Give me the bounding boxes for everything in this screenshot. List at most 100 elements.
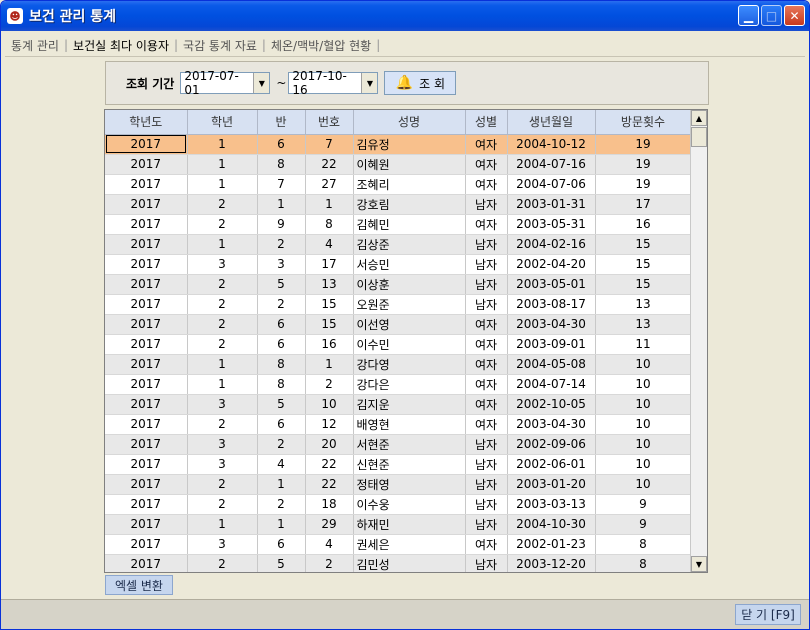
table-cell[interactable]: 여자 [465, 374, 508, 395]
table-cell[interactable]: 강호림 [353, 194, 466, 215]
table-cell[interactable]: 서승민 [353, 254, 466, 275]
table-cell[interactable]: 8 [305, 214, 354, 235]
table-cell[interactable]: 5 [257, 274, 306, 295]
table-cell[interactable]: 8 [257, 374, 306, 395]
table-cell[interactable]: 이선영 [353, 314, 466, 335]
table-cell[interactable]: 16 [305, 334, 354, 355]
table-cell[interactable]: 2 [187, 414, 258, 435]
table-cell[interactable]: 2 [257, 294, 306, 315]
table-row[interactable]: 2017 1 8 2 강다은 여자 2004-07-14 10 [105, 374, 692, 395]
table-cell[interactable]: 2 [257, 434, 306, 455]
table-cell[interactable]: 2003-08-17 [507, 294, 596, 315]
table-cell[interactable]: 3 [187, 454, 258, 475]
table-cell[interactable]: 2 [187, 214, 258, 235]
table-cell[interactable]: 김민성 [353, 554, 466, 572]
table-cell[interactable]: 19 [595, 134, 692, 155]
table-cell[interactable]: 2004-05-08 [507, 354, 596, 375]
table-cell[interactable]: 여자 [465, 394, 508, 415]
table-row[interactable]: 2017 1 8 1 강다영 여자 2004-05-08 10 [105, 354, 692, 375]
table-cell[interactable]: 7 [257, 174, 306, 195]
table-cell[interactable]: 8 [257, 154, 306, 175]
table-cell[interactable]: 1 [305, 354, 354, 375]
table-cell[interactable]: 남자 [465, 294, 508, 315]
close-window-button[interactable]: ✕ [784, 5, 805, 26]
table-cell[interactable]: 2003-03-13 [507, 494, 596, 515]
table-cell[interactable]: 하재민 [353, 514, 466, 535]
table-cell[interactable]: 2017 [105, 354, 188, 375]
table-cell[interactable]: 2003-01-20 [507, 474, 596, 495]
scroll-down-icon[interactable]: ▼ [691, 556, 707, 572]
table-row[interactable]: 2017 2 1 1 강호림 남자 2003-01-31 17 [105, 194, 692, 215]
table-cell[interactable]: 2003-01-31 [507, 194, 596, 215]
table-cell[interactable]: 여자 [465, 174, 508, 195]
table-cell[interactable]: 2002-01-23 [507, 534, 596, 555]
table-cell[interactable]: 2003-12-20 [507, 554, 596, 572]
table-cell[interactable]: 3 [187, 534, 258, 555]
chevron-down-icon[interactable]: ▼ [361, 73, 378, 93]
table-cell[interactable]: 3 [187, 394, 258, 415]
table-row[interactable]: 2017 1 2 4 김상준 남자 2004-02-16 15 [105, 234, 692, 255]
table-cell[interactable]: 2 [257, 234, 306, 255]
table-cell[interactable]: 17 [595, 194, 692, 215]
table-cell[interactable]: 여자 [465, 534, 508, 555]
table-cell[interactable]: 2002-04-20 [507, 254, 596, 275]
table-cell[interactable]: 2004-07-14 [507, 374, 596, 395]
table-row[interactable]: 2017 1 6 7 김유정 여자 2004-10-12 19 [105, 134, 692, 155]
table-cell[interactable]: 1 [187, 154, 258, 175]
excel-export-button[interactable]: 엑셀 변환 [105, 575, 173, 595]
column-header[interactable]: 성별 [465, 110, 508, 135]
table-cell[interactable]: 8 [595, 534, 692, 555]
table-cell[interactable]: 2017 [105, 174, 188, 195]
scroll-thumb[interactable] [691, 127, 707, 147]
table-cell[interactable]: 11 [595, 334, 692, 355]
table-row[interactable]: 2017 2 6 16 이수민 여자 2003-09-01 11 [105, 334, 692, 355]
table-cell[interactable]: 이상훈 [353, 274, 466, 295]
table-cell[interactable]: 신현준 [353, 454, 466, 475]
table-cell[interactable]: 여자 [465, 354, 508, 375]
table-row[interactable]: 2017 1 7 27 조혜리 여자 2004-07-06 19 [105, 174, 692, 195]
table-cell[interactable]: 1 [187, 134, 258, 155]
close-button[interactable]: 닫 기 [F9] [735, 604, 801, 625]
table-cell[interactable]: 이수웅 [353, 494, 466, 515]
table-cell[interactable]: 2017 [105, 494, 188, 515]
table-cell[interactable]: 김혜민 [353, 214, 466, 235]
column-header[interactable]: 번호 [305, 110, 354, 135]
table-cell[interactable]: 1 [187, 354, 258, 375]
table-cell[interactable]: 2004-02-16 [507, 234, 596, 255]
table-cell[interactable]: 10 [595, 474, 692, 495]
table-cell[interactable]: 1 [257, 514, 306, 535]
table-cell[interactable]: 2 [187, 334, 258, 355]
table-cell[interactable]: 2017 [105, 534, 188, 555]
table-cell[interactable]: 2 [257, 494, 306, 515]
table-cell[interactable]: 조혜리 [353, 174, 466, 195]
table-cell[interactable]: 2 [305, 554, 354, 572]
date-from-value[interactable]: 2017-07-01 [181, 69, 253, 97]
table-cell[interactable]: 2017 [105, 334, 188, 355]
search-button[interactable]: 🔔 조 회 [384, 71, 457, 95]
table-row[interactable]: 2017 2 6 12 배영현 여자 2003-04-30 10 [105, 414, 692, 435]
column-header[interactable]: 방문횟수 [595, 110, 692, 135]
table-cell[interactable]: 10 [595, 394, 692, 415]
table-cell[interactable]: 10 [305, 394, 354, 415]
table-cell[interactable]: 13 [305, 274, 354, 295]
table-cell[interactable]: 정태영 [353, 474, 466, 495]
table-cell[interactable]: 1 [187, 234, 258, 255]
table-cell[interactable]: 9 [595, 494, 692, 515]
table-cell[interactable]: 2 [187, 474, 258, 495]
table-cell[interactable]: 남자 [465, 254, 508, 275]
table-cell[interactable]: 남자 [465, 434, 508, 455]
table-cell[interactable]: 15 [595, 254, 692, 275]
table-cell[interactable]: 10 [595, 454, 692, 475]
table-cell[interactable]: 22 [305, 154, 354, 175]
table-cell[interactable]: 2002-10-05 [507, 394, 596, 415]
table-cell[interactable]: 2004-10-12 [507, 134, 596, 155]
table-cell[interactable]: 이수민 [353, 334, 466, 355]
maximize-button[interactable]: □ [761, 5, 782, 26]
table-cell[interactable]: 19 [595, 174, 692, 195]
column-header[interactable]: 반 [257, 110, 306, 135]
table-row[interactable]: 2017 2 9 8 김혜민 여자 2003-05-31 16 [105, 214, 692, 235]
table-cell[interactable]: 이혜원 [353, 154, 466, 175]
table-cell[interactable]: 10 [595, 434, 692, 455]
table-cell[interactable]: 여자 [465, 214, 508, 235]
table-cell[interactable]: 배영현 [353, 414, 466, 435]
